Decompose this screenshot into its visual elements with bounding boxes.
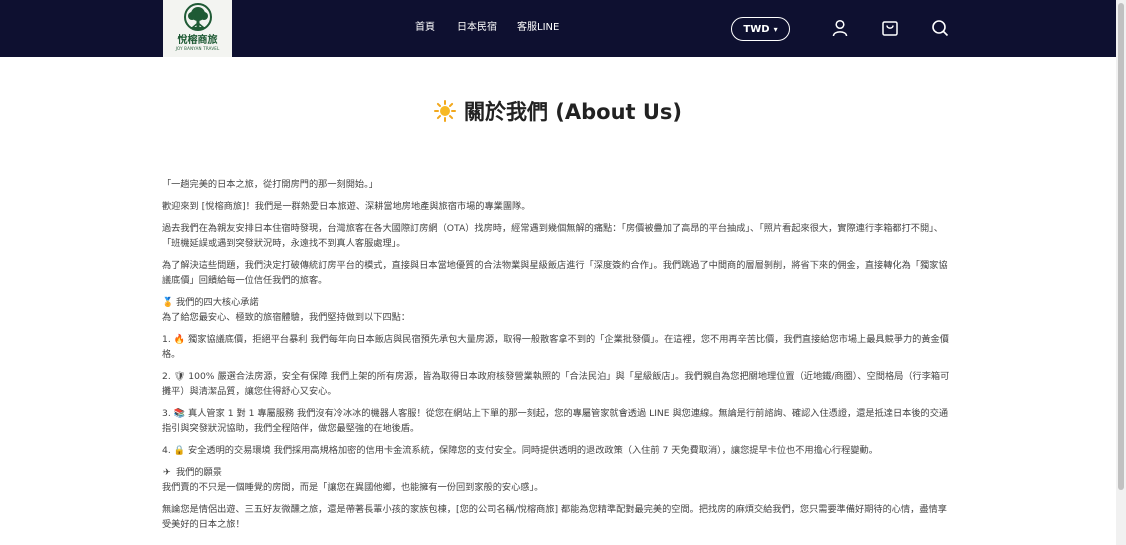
banyan-tree-logo-icon	[183, 3, 212, 31]
promise-item-4: 4. 🔒 安全透明的交易環境 我們採用高規格加密的信用卡金流系統，保障您的支付安…	[162, 445, 878, 456]
solution-paragraph: 為了解決這些問題，我們決定打破傳統訂房平台的模式，直接與日本當地優質的合法物業與…	[162, 260, 948, 286]
promise-item-2: 2. 🛡 100% 嚴選合法房源，安全有保障 我們上架的所有房源，皆為取得日本政…	[162, 371, 950, 397]
vision-paragraph: 我們賣的不只是一個睡覺的房間，而是「讓您在異國他鄉，也能擁有一份回到家般的安心感…	[162, 482, 544, 493]
promise-item-3: 3. 📚 真人管家 1 對 1 專屬服務 我們沒有冷冰冰的機器人客服！從您在網站…	[162, 408, 949, 434]
promises-heading: 🏅 我們的四大核心承諾	[162, 295, 950, 310]
page-title: 關於我們 (About Us)	[0, 98, 1116, 126]
nav-line-support[interactable]: 客服LINE	[517, 21, 559, 35]
intro-paragraph: 歡迎來到 [悅榕商旅]！我們是一群熱愛日本旅遊、深耕當地房地產與旅宿市場的專業團…	[162, 201, 531, 212]
page-scrollbar[interactable]	[1116, 0, 1126, 545]
bag-icon[interactable]	[881, 19, 899, 37]
brand-subtitle: JOY BANYAN TRAVEL	[175, 46, 220, 51]
brand-name: 悅榕商旅	[177, 35, 218, 46]
promise-item-1: 1. 🔥 獨家協議底價，拒絕平台暴利 我們每年向日本飯店與民宿預先承包大量房源，…	[162, 334, 949, 360]
user-icon[interactable]	[831, 19, 849, 37]
currency-selector[interactable]: TWD ▾	[731, 17, 790, 41]
airplane-icon: ✈	[163, 467, 171, 478]
promises-intro: 為了給您最安心、極致的旅宿體驗，我們堅持做到以下四點：	[162, 312, 411, 323]
brand-logo[interactable]: 悅榕商旅 JOY BANYAN TRAVEL	[163, 0, 232, 57]
nav-home[interactable]: 首頁	[415, 21, 435, 35]
chevron-down-icon: ▾	[773, 24, 778, 34]
currency-label: TWD	[743, 23, 770, 35]
site-header: 悅榕商旅 JOY BANYAN TRAVEL 首頁 日本民宿 客服LINE TW…	[0, 0, 1116, 57]
medal-icon: 🏅	[162, 297, 174, 308]
closing-paragraph: 無論您是情侶出遊、三五好友微醺之旅，還是帶著長輩小孩的家族包棟，[您的公司名稱/…	[162, 504, 947, 530]
sun-icon	[433, 100, 456, 122]
pain-points-paragraph: 過去我們在為親友安排日本住宿時發現，台灣旅客在各大國際訂房網（OTA）找房時，經…	[162, 223, 943, 249]
scrollbar-thumb[interactable]	[1118, 3, 1124, 490]
search-icon[interactable]	[931, 19, 949, 37]
tagline-paragraph: 「一趟完美的日本之旅，從打開房門的那一刻開始。」	[162, 179, 378, 190]
vision-heading-text: 我們的願景	[176, 467, 222, 478]
promises-heading-text: 我們的四大核心承諾	[176, 297, 259, 308]
vision-heading: ✈ 我們的願景	[162, 465, 950, 480]
page-title-text: 關於我們 (About Us)	[463, 100, 683, 124]
nav-japan-minshuku[interactable]: 日本民宿	[457, 21, 497, 35]
about-content: 「一趟完美的日本之旅，從打開房門的那一刻開始。」 歡迎來到 [悅榕商旅]！我們是…	[162, 177, 950, 532]
